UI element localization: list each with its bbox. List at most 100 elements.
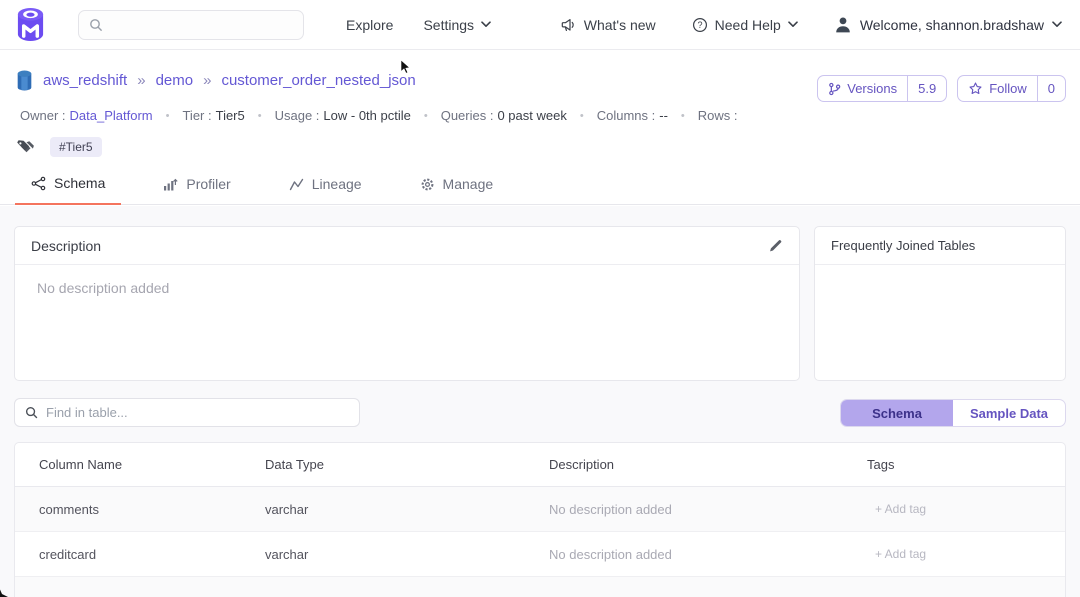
tier-value: Tier5: [216, 108, 245, 123]
tags-icon: [16, 139, 38, 156]
schema-sample-toggle: Schema Sample Data: [840, 399, 1066, 427]
columns-table: Column Name Data Type Description Tags c…: [14, 442, 1066, 597]
whats-new-button[interactable]: What's new: [560, 17, 656, 33]
tag-chip-tier5[interactable]: #Tier5: [50, 137, 102, 157]
schema-network-icon: [31, 176, 46, 191]
chevron-down-icon: [788, 21, 798, 28]
global-search[interactable]: [78, 10, 304, 40]
redshift-icon: [16, 70, 33, 91]
top-navbar: Explore Settings What's new ?: [0, 0, 1080, 50]
add-tag-button[interactable]: + Add tag: [843, 502, 1065, 516]
table-row[interactable]: creditcard varchar No description added …: [15, 532, 1065, 577]
toggle-sample-data[interactable]: Sample Data: [953, 400, 1065, 426]
breadcrumb-separator: »: [203, 72, 211, 89]
tab-lineage[interactable]: Lineage: [273, 175, 378, 205]
usage-value: Low - 0th pctile: [323, 108, 410, 123]
nav-explore-label: Explore: [346, 17, 393, 33]
tab-bar: Schema Profiler Lineage: [15, 175, 535, 205]
tab-schema-label: Schema: [54, 175, 105, 191]
nav-settings-label: Settings: [423, 17, 474, 33]
tags-row: #Tier5: [16, 137, 102, 157]
cell-column-name: creditcard: [15, 547, 241, 562]
chevron-down-icon: [481, 21, 491, 28]
table-header-row: Column Name Data Type Description Tags: [15, 443, 1065, 487]
cell-description: No description added: [525, 547, 843, 562]
breadcrumb-link-database[interactable]: aws_redshift: [43, 72, 127, 89]
meta-separator: •: [258, 110, 262, 122]
lineage-line-icon: [289, 177, 304, 192]
description-card-title: Description: [31, 238, 101, 254]
main-content: Description No description added Frequen…: [0, 206, 1080, 597]
chevron-down-icon: [1052, 21, 1062, 28]
question-circle-icon: ?: [692, 17, 708, 33]
col-header-description: Description: [525, 457, 843, 472]
rows-label: Rows :: [698, 108, 738, 123]
columns-value: --: [659, 108, 668, 123]
cell-column-name: comments: [15, 502, 241, 517]
queries-value: 0 past week: [497, 108, 566, 123]
profiler-bars-icon: [163, 177, 178, 192]
star-icon: [968, 81, 983, 96]
col-header-data-type: Data Type: [241, 457, 525, 472]
tab-manage[interactable]: Manage: [404, 175, 510, 205]
partial-table-row: [15, 577, 1065, 597]
app-logo-icon[interactable]: [15, 7, 46, 42]
cell-description: No description added: [525, 502, 843, 517]
asset-header: aws_redshift » demo » customer_order_nes…: [0, 50, 1080, 205]
search-input[interactable]: [111, 17, 281, 32]
toggle-schema[interactable]: Schema: [841, 400, 953, 426]
need-help-label: Need Help: [715, 17, 781, 33]
table-row[interactable]: comments varchar No description added + …: [15, 487, 1065, 532]
cell-data-type: varchar: [241, 502, 525, 517]
owner-label: Owner :: [20, 108, 66, 123]
breadcrumb: aws_redshift » demo » customer_order_nes…: [16, 70, 416, 91]
joined-tables-card-title: Frequently Joined Tables: [831, 238, 975, 253]
queries-label: Queries :: [441, 108, 494, 123]
tab-profiler-label: Profiler: [186, 176, 230, 192]
tab-lineage-label: Lineage: [312, 176, 362, 192]
col-header-tags: Tags: [843, 457, 1065, 472]
follow-count: 0: [1037, 76, 1065, 101]
tab-profiler[interactable]: Profiler: [147, 175, 246, 205]
add-tag-button[interactable]: + Add tag: [843, 547, 1065, 561]
user-menu[interactable]: Welcome, shannon.bradshaw: [834, 16, 1062, 33]
tab-manage-label: Manage: [443, 176, 494, 192]
usage-label: Usage :: [275, 108, 320, 123]
edit-description-button[interactable]: [768, 238, 783, 253]
search-icon: [25, 406, 38, 419]
meta-separator: •: [166, 110, 170, 122]
tier-label: Tier :: [182, 108, 211, 123]
megaphone-icon: [560, 17, 577, 33]
whats-new-label: What's new: [584, 17, 656, 33]
nav-explore[interactable]: Explore: [346, 17, 393, 33]
branch-icon: [828, 82, 841, 96]
avatar-icon: [834, 16, 852, 33]
meta-separator: •: [424, 110, 428, 122]
svg-text:?: ?: [697, 20, 702, 30]
breadcrumb-link-table[interactable]: customer_order_nested_json: [221, 72, 415, 89]
description-card: Description No description added: [14, 226, 800, 381]
frequently-joined-tables-card: Frequently Joined Tables: [814, 226, 1066, 381]
follow-button[interactable]: Follow 0: [957, 75, 1066, 102]
breadcrumb-link-schema[interactable]: demo: [156, 72, 194, 89]
description-empty-text: No description added: [15, 265, 799, 311]
need-help-button[interactable]: ? Need Help: [692, 17, 798, 33]
versions-count: 5.9: [907, 76, 946, 101]
versions-label: Versions: [847, 81, 897, 96]
meta-separator: •: [681, 110, 685, 122]
tab-schema[interactable]: Schema: [15, 175, 121, 205]
meta-separator: •: [580, 110, 584, 122]
cell-data-type: varchar: [241, 547, 525, 562]
nav-settings[interactable]: Settings: [423, 17, 491, 33]
metadata-row: Owner : Data_Platform • Tier : Tier5 • Usa…: [20, 108, 742, 123]
owner-value-link[interactable]: Data_Platform: [70, 108, 153, 123]
gear-icon: [420, 177, 435, 192]
columns-label: Columns :: [597, 108, 656, 123]
follow-label: Follow: [989, 81, 1027, 96]
col-header-column-name: Column Name: [15, 457, 241, 472]
search-icon: [89, 18, 103, 32]
find-in-table-input[interactable]: [46, 405, 326, 420]
welcome-label: Welcome, shannon.bradshaw: [860, 17, 1044, 33]
versions-button[interactable]: Versions 5.9: [817, 75, 947, 102]
find-in-table-box[interactable]: [14, 398, 360, 427]
